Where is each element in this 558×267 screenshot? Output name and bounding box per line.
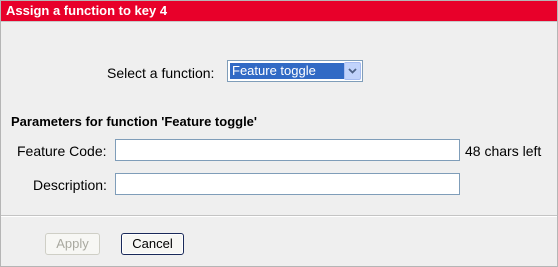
function-select[interactable]: Feature toggle [227, 60, 363, 82]
description-label: Description: [33, 177, 107, 193]
feature-code-label: Feature Code: [17, 143, 107, 159]
apply-button[interactable]: Apply [45, 233, 100, 255]
dialog-title-bar: Assign a function to key 4 [1, 1, 557, 22]
chars-left-counter: 48 chars left [465, 143, 542, 159]
chevron-down-icon[interactable] [344, 62, 361, 80]
assign-function-dialog: Assign a function to key 4 Select a func… [0, 0, 558, 267]
feature-code-input[interactable] [115, 139, 460, 161]
function-select-value[interactable]: Feature toggle [230, 63, 344, 79]
description-input[interactable] [115, 173, 460, 195]
select-function-label: Select a function: [107, 65, 215, 81]
dialog-title: Assign a function to key 4 [6, 3, 168, 18]
button-divider [1, 215, 557, 217]
parameters-heading: Parameters for function 'Feature toggle' [11, 114, 258, 129]
cancel-button[interactable]: Cancel [121, 233, 184, 255]
